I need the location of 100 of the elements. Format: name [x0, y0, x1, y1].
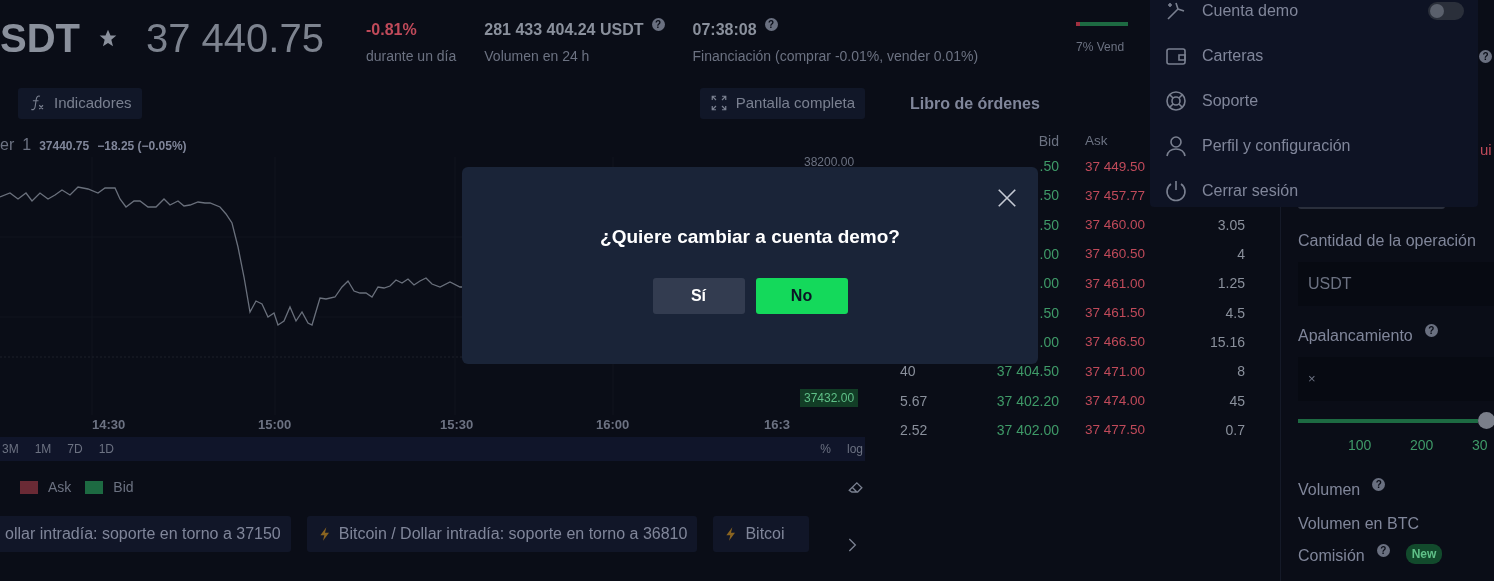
menu-item[interactable]: Cerrar sesión	[1164, 168, 1464, 213]
amount-cell-text: 2.52	[900, 420, 928, 440]
bid-price-cell-text: .50	[1039, 157, 1059, 177]
legend-label: Ask	[48, 477, 72, 497]
time-axis-label: 15:30	[440, 415, 474, 434]
new-badge: New	[1405, 544, 1443, 564]
field-label: Comisión	[1298, 546, 1365, 566]
bid-price-cell-text: .00	[1039, 274, 1059, 294]
time-axis-label: 14:30	[92, 415, 126, 434]
price-axis-label: 38200.00	[803, 153, 856, 171]
time-axis-label: 15:00	[258, 415, 292, 434]
ask-price-cell-text: 37 474.00	[1085, 391, 1146, 410]
bid-price-cell-text: .50	[1039, 303, 1059, 323]
menu-item[interactable]: Carteras	[1164, 33, 1464, 78]
ask-price-cell-text: 37 461.00	[1085, 274, 1146, 293]
bid-price-cell-text: 37 402.00	[996, 420, 1059, 440]
ask-price-cell-text: 37 449.50	[1085, 157, 1146, 176]
amount-cell-text: 40	[900, 362, 916, 382]
stat-label: durante un día	[366, 47, 457, 66]
chart-symbol: er	[0, 134, 15, 155]
dialog-question: ¿Quiere cambiar a cuenta demo?	[600, 225, 900, 249]
menu-item[interactable]: Cuenta demo	[1164, 0, 1464, 33]
demo-toggle[interactable]	[1428, 1, 1464, 20]
ask-price-cell-text: 37 466.50	[1085, 333, 1146, 352]
range-option[interactable]: 3M	[2, 439, 19, 458]
news-item[interactable]: Bitcoi	[713, 515, 810, 552]
help-icon: ?	[651, 18, 665, 31]
amount-cell-text: 8	[1237, 362, 1245, 382]
chart-last-price: 37440.75	[39, 137, 90, 155]
range-option[interactable]: 7D	[67, 439, 83, 458]
column-header: Ask	[1085, 131, 1108, 150]
function-icon	[28, 94, 46, 113]
menu-item[interactable]: Soporte	[1164, 78, 1464, 123]
cancel-button[interactable]: Sí	[652, 277, 745, 314]
fullscreen-button[interactable]: Pantalla completa	[699, 88, 865, 119]
help-icon: ?	[1479, 50, 1492, 63]
column-header: Bid	[1038, 131, 1059, 151]
stat-value: 07:38:08	[692, 20, 757, 40]
amount-cell-text: 15.16	[1209, 332, 1245, 352]
field-label: Cantidad de la operación	[1298, 231, 1477, 251]
range-option[interactable]: 1M	[34, 439, 52, 458]
amount-cell-text: 45	[1229, 391, 1245, 411]
scale-option[interactable]: %	[820, 439, 831, 458]
star-icon	[98, 28, 118, 48]
power-icon	[1164, 178, 1188, 203]
help-icon: ?	[1372, 478, 1386, 491]
time-axis-label: 16:00	[596, 415, 630, 434]
amount-cell-text: 5.67	[900, 391, 928, 411]
sentiment-label: 7% Vend	[1076, 39, 1125, 56]
field-label: Volumen en BTC	[1298, 514, 1420, 534]
ask-price-cell-text: 37 477.50	[1085, 421, 1146, 440]
fullscreen-icon	[709, 94, 728, 113]
news-item[interactable]: Bitcoin / Dollar intradía: soporte en torno a 36810	[306, 515, 698, 552]
stat-value: 281 433 404.24 USDT	[484, 20, 644, 40]
range-option[interactable]: 1D	[98, 439, 115, 458]
bid-price-cell-text: .00	[1039, 245, 1059, 265]
change-value: -0.81%	[366, 20, 417, 40]
help-icon: ?	[764, 18, 778, 31]
menu-item[interactable]: Perfil y configuración	[1164, 123, 1464, 168]
ask-price-cell-text: 37 461.50	[1085, 304, 1146, 322]
user-icon	[1164, 133, 1188, 158]
slider-tick-label: 30	[1472, 436, 1488, 455]
ask-price-cell-text: 37 457.77	[1085, 186, 1146, 205]
field-label: Volumen	[1298, 480, 1361, 500]
slider-tick-label: 100	[1348, 436, 1373, 455]
bid-price-cell-text: .50	[1039, 186, 1059, 206]
field-label: Apalancamiento	[1298, 326, 1413, 346]
ask-price-cell-text: 37 471.00	[1085, 362, 1146, 381]
last-price: 37 440.75	[146, 18, 325, 58]
bid-price-cell-text: .50	[1039, 215, 1059, 235]
lifebuoy-icon	[1164, 88, 1188, 113]
help-icon: ?	[1424, 324, 1438, 337]
chart-interval: 1	[22, 134, 32, 155]
amount-cell-text: 1.25	[1217, 274, 1245, 294]
stat-label: Volumen en 24 h	[484, 47, 591, 66]
bid-price-tag: 37432.00	[800, 388, 859, 407]
symbol-title: SDT	[0, 18, 80, 58]
bid-price-cell-text: 37 402.20	[996, 391, 1059, 411]
indicators-button[interactable]: Indicadores	[18, 88, 142, 119]
amount-cell-text: 3.05	[1217, 215, 1245, 235]
bid-price-cell-text: 37 404.50	[996, 362, 1059, 382]
help-icon: ?	[1376, 544, 1390, 557]
close-icon	[996, 187, 1018, 209]
confirm-button[interactable]: No	[755, 277, 848, 314]
leverage-slider-thumb[interactable]	[1478, 412, 1494, 429]
amount-field[interactable]: USDT	[1298, 262, 1494, 306]
time-axis-label: 16:3	[764, 415, 791, 434]
leverage-field[interactable]: ×	[1298, 357, 1494, 401]
order-book-title: Libro de órdenes	[910, 94, 1040, 114]
amount-cell-text: 4	[1237, 245, 1245, 265]
ask-price-cell-text: 37 460.50	[1085, 245, 1146, 264]
amount-cell-text: 4.5	[1225, 303, 1245, 323]
news-item[interactable]: ollar intradía: soporte en torno a 37150	[0, 515, 291, 552]
ask-price-cell-text: 37 460.00	[1085, 216, 1146, 235]
bid-price-cell-text: .00	[1039, 332, 1059, 352]
amount-cell-text: 0.7	[1225, 420, 1245, 440]
close-button[interactable]	[996, 187, 1018, 209]
legend-label: Bid	[113, 477, 134, 497]
scale-option[interactable]: log	[847, 439, 863, 458]
chart-change: −18.25 (−0.05%)	[97, 137, 187, 155]
